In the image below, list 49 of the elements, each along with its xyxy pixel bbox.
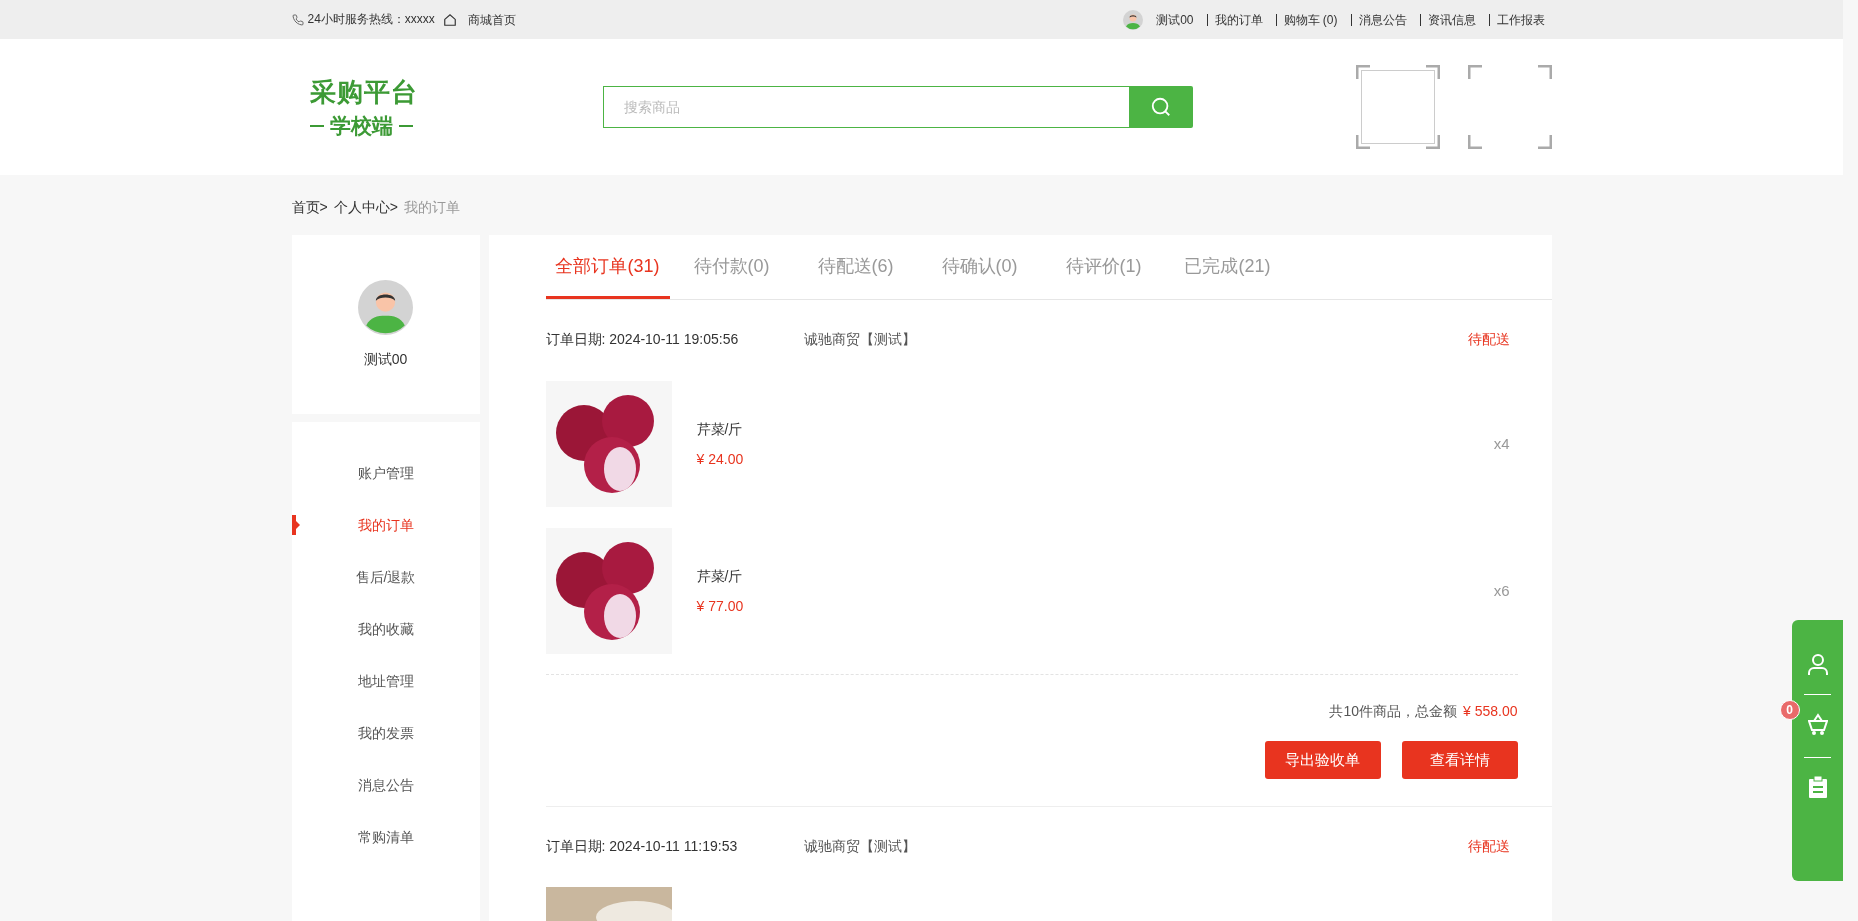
order-total: ¥ 558.00 (1463, 703, 1518, 721)
menu-item[interactable]: 售后/退款 (291, 551, 480, 603)
order-tab[interactable]: 全部订单(31) (545, 235, 670, 299)
top-nav-link[interactable]: 资讯信息 (1419, 13, 1483, 26)
breadcrumb-link[interactable]: 首页> (291, 199, 328, 217)
top-nav-link[interactable]: 消息公告 (1350, 13, 1414, 26)
product-quantity: x6 (1493, 582, 1510, 599)
search-field[interactable]: 搜索商品 (602, 86, 1129, 128)
logo-subtitle: 学校端 (329, 112, 393, 139)
avatar-icon (358, 280, 413, 335)
cart-count-badge: 0 (1779, 700, 1800, 720)
product-price: ¥ 77.00 (696, 597, 744, 614)
user-link[interactable]: 测试00 (1149, 13, 1201, 26)
cart-icon[interactable] (1807, 713, 1828, 735)
order-status: 待配送 (1467, 838, 1510, 856)
clipboard-icon[interactable] (1808, 776, 1827, 798)
top-nav-link[interactable]: 购物车 (0) (1275, 13, 1345, 26)
search-button[interactable] (1128, 86, 1193, 128)
menu-item[interactable]: 我的订单 (291, 499, 480, 551)
menu-item[interactable]: 消息公告 (291, 759, 480, 811)
top-nav-link[interactable]: 工作报表 (1488, 13, 1552, 26)
user-icon[interactable] (1807, 654, 1828, 676)
product-price: ¥ 24.00 (696, 450, 744, 467)
avatar-icon (1123, 9, 1144, 30)
menu-item[interactable]: 账户管理 (291, 447, 480, 499)
product-quantity: x4 (1493, 435, 1510, 452)
order-action-button[interactable]: 导出验收单 (1264, 741, 1381, 779)
product-name: 芹菜/斤 (696, 420, 744, 439)
user-name: 测试00 (363, 351, 408, 369)
order-date: 订单日期: 2024-10-11 11:19:53 (545, 838, 739, 856)
top-nav-link[interactable]: 我的订单 (1206, 13, 1270, 26)
product-name: 芹菜/斤 (696, 567, 744, 586)
menu-item[interactable]: 地址管理 (291, 655, 480, 707)
menu-item[interactable]: 我的发票 (291, 707, 480, 759)
shop-name: 诚驰商贸【测试】 (803, 331, 916, 349)
order-status: 待配送 (1467, 331, 1510, 349)
menu-item[interactable]: 常购清单 (291, 811, 480, 863)
home-icon (442, 12, 457, 27)
shop-name: 诚驰商贸【测试】 (803, 838, 916, 856)
hotline-text: 24小时服务热线：xxxxx (307, 11, 435, 28)
order-summary: 共10件商品，总金额 (1329, 703, 1457, 721)
logo-title: 采购平台 (309, 75, 418, 109)
home-link[interactable]: 商城首页 (460, 13, 523, 26)
menu-item[interactable]: 我的收藏 (291, 603, 480, 655)
breadcrumb-link[interactable]: 个人中心> (333, 199, 398, 217)
order-date: 订单日期: 2024-10-11 19:05:56 (545, 331, 740, 349)
order-action-button[interactable]: 查看详情 (1401, 741, 1518, 779)
phone-icon (291, 13, 304, 26)
search-icon (1149, 96, 1172, 118)
